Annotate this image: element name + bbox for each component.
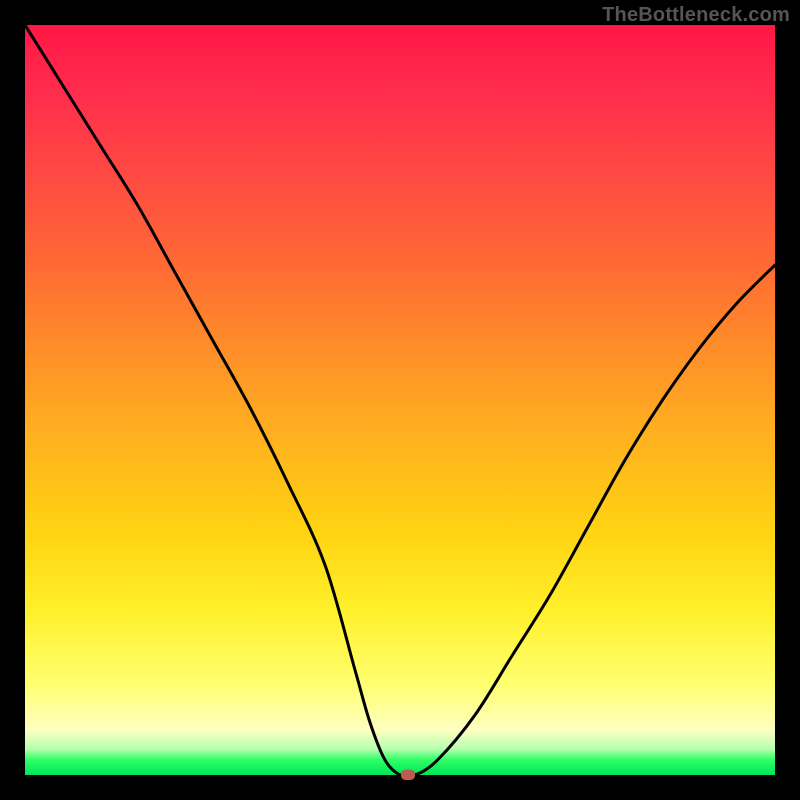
plot-area <box>25 25 775 775</box>
chart-frame: TheBottleneck.com <box>0 0 800 800</box>
watermark-text: TheBottleneck.com <box>602 4 790 27</box>
optimum-marker <box>401 770 415 780</box>
bottleneck-curve <box>25 25 775 775</box>
